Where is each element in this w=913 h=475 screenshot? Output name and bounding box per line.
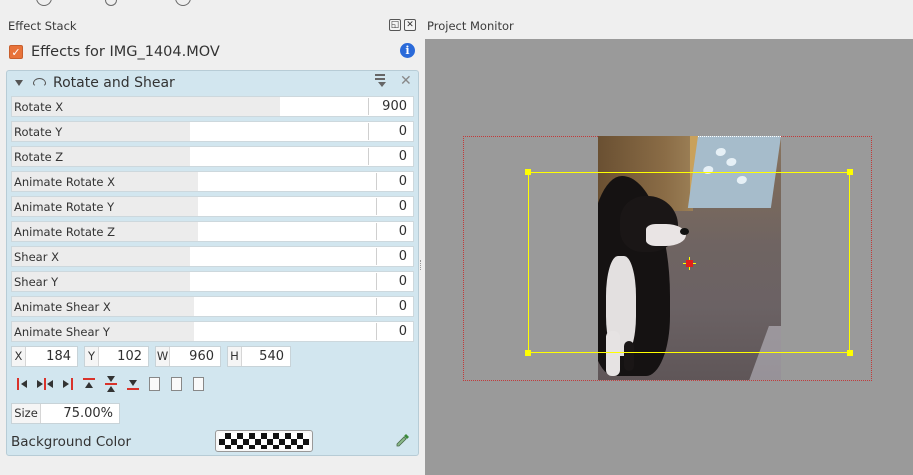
clip-effects-label: Effects for IMG_1404.MOV <box>31 44 220 60</box>
align-top-icon[interactable] <box>81 376 97 392</box>
geom-x-value[interactable]: 184 <box>26 349 77 364</box>
resize-handle-bottom-right[interactable] <box>847 350 853 356</box>
background-color-label: Background Color <box>11 434 132 450</box>
param-label: Shear X <box>14 250 59 264</box>
info-icon[interactable]: i <box>400 43 415 58</box>
align-left-icon[interactable] <box>15 376 31 392</box>
param-value-input[interactable]: 0 <box>376 198 413 215</box>
param-label: Rotate Y <box>14 125 63 139</box>
param-label: Animate Rotate Z <box>14 225 116 239</box>
size-label: Size <box>12 404 41 423</box>
geom-y-value[interactable]: 102 <box>99 349 148 364</box>
param-row[interactable]: Animate Rotate Y 0 <box>11 196 414 217</box>
top-toolbar <box>0 0 913 12</box>
size-field[interactable]: Size 75.00% <box>11 403 120 424</box>
param-label: Rotate X <box>14 100 64 114</box>
effect-menu-icon[interactable] <box>375 74 389 88</box>
float-icon[interactable]: ◱ <box>389 19 401 31</box>
param-label: Animate Shear Y <box>14 325 110 339</box>
param-row[interactable]: Rotate Z 0 <box>11 146 414 167</box>
fit-height-icon[interactable] <box>169 376 185 392</box>
close-icon[interactable]: ✕ <box>404 19 416 31</box>
geom-x-field[interactable]: X 184 <box>11 346 78 367</box>
effect-stack-title: Effect Stack <box>8 19 77 33</box>
param-row[interactable]: Rotate X 900 <box>11 96 414 117</box>
param-value-input[interactable]: 0 <box>376 298 413 315</box>
geom-y-field[interactable]: Y 102 <box>84 346 149 367</box>
fit-original-icon[interactable] <box>191 376 207 392</box>
splitter-handle[interactable] <box>420 260 422 270</box>
toolbar-icon-2[interactable] <box>105 0 117 6</box>
geom-h-field[interactable]: H 540 <box>227 346 291 367</box>
param-row[interactable]: Animate Shear X 0 <box>11 296 414 317</box>
param-row[interactable]: Shear Y 0 <box>11 271 414 292</box>
align-right-icon[interactable] <box>59 376 75 392</box>
param-value-input[interactable]: 0 <box>376 323 413 340</box>
project-monitor-view[interactable] <box>425 39 913 475</box>
background-color-button[interactable] <box>215 430 313 452</box>
resize-handle-bottom-left[interactable] <box>525 350 531 356</box>
effect-stack-dock: Effect Stack ◱ ✕ ✓ Effects for IMG_1404.… <box>0 12 424 475</box>
geom-h-value[interactable]: 540 <box>242 349 290 364</box>
toolbar-icon-1[interactable] <box>36 0 52 6</box>
align-hcenter-icon[interactable] <box>37 376 53 392</box>
geom-w-value[interactable]: 960 <box>170 349 220 364</box>
param-label: Rotate Z <box>14 150 64 164</box>
align-vcenter-icon[interactable] <box>103 376 119 392</box>
fit-width-icon[interactable] <box>147 376 163 392</box>
param-value-input[interactable]: 0 <box>368 148 413 165</box>
param-row[interactable]: Rotate Y 0 <box>11 121 414 142</box>
resize-handle-top-right[interactable] <box>847 169 853 175</box>
eye-icon[interactable] <box>33 78 46 87</box>
effect-header: Rotate and Shear ✕ <box>7 71 418 94</box>
effect-close-icon[interactable]: ✕ <box>400 73 412 89</box>
clip-effects-header: ✓ Effects for IMG_1404.MOV <box>9 43 220 61</box>
clip-effects-checkbox[interactable]: ✓ <box>9 45 23 59</box>
color-picker-icon[interactable] <box>395 432 411 448</box>
effect-name: Rotate and Shear <box>53 74 175 91</box>
param-label: Shear Y <box>14 275 59 289</box>
geom-w-label: W <box>156 347 170 366</box>
param-value-input[interactable]: 0 <box>368 123 413 140</box>
size-value[interactable]: 75.00% <box>41 406 119 421</box>
transparent-swatch <box>219 433 309 449</box>
param-label: Animate Rotate X <box>14 175 116 189</box>
param-value-input[interactable]: 0 <box>376 273 413 290</box>
app-window: Effect Stack ◱ ✕ ✓ Effects for IMG_1404.… <box>0 0 913 475</box>
param-row[interactable]: Shear X 0 <box>11 246 414 267</box>
param-row[interactable]: Animate Rotate Z 0 <box>11 221 414 242</box>
param-value-input[interactable]: 0 <box>376 223 413 240</box>
geom-x-label: X <box>12 347 26 366</box>
geom-h-label: H <box>228 347 242 366</box>
resize-handle-top-left[interactable] <box>525 169 531 175</box>
param-value-input[interactable]: 0 <box>376 248 413 265</box>
param-value-input[interactable]: 0 <box>376 173 413 190</box>
alignment-toolbar <box>15 375 207 393</box>
param-row[interactable]: Animate Shear Y 0 <box>11 321 414 342</box>
param-row[interactable]: Animate Rotate X 0 <box>11 171 414 192</box>
center-crosshair-icon[interactable] <box>683 257 696 270</box>
effect-rotate-shear: Rotate and Shear ✕ Rotate X 900 Rotate Y0R… <box>6 70 419 456</box>
project-monitor-title: Project Monitor <box>427 19 514 33</box>
collapse-arrow-icon[interactable] <box>15 79 23 86</box>
align-bottom-icon[interactable] <box>125 376 141 392</box>
param-label: Animate Shear X <box>14 300 111 314</box>
param-label: Animate Rotate Y <box>14 200 115 214</box>
toolbar-icon-3[interactable] <box>175 0 191 6</box>
geom-y-label: Y <box>85 347 99 366</box>
geom-w-field[interactable]: W 960 <box>155 346 221 367</box>
param-value-input[interactable]: 900 <box>368 98 413 115</box>
